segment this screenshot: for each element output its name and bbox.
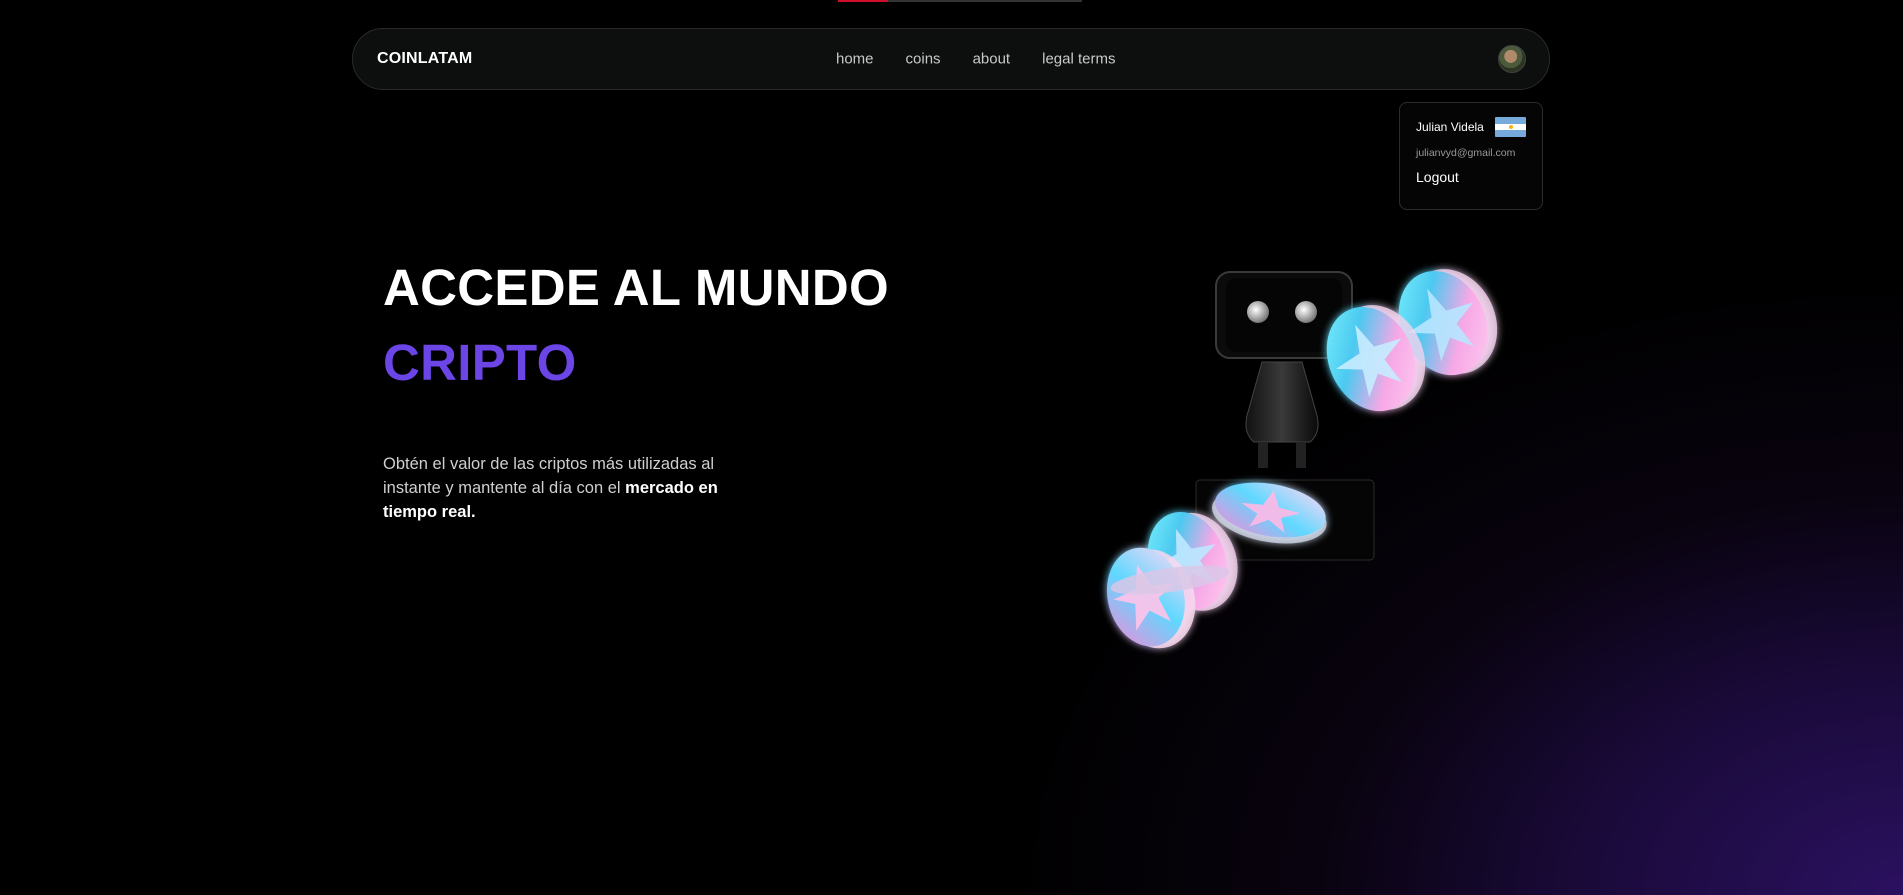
nav-links: home coins about legal terms [836, 51, 1115, 68]
hero-description: Obtén el valor de las criptos más utiliz… [383, 452, 743, 524]
argentina-flag-icon [1495, 117, 1526, 137]
user-avatar-icon[interactable] [1498, 45, 1526, 73]
hero-title: ACCEDE AL MUNDO [383, 259, 890, 316]
nav-link-home[interactable]: home [836, 51, 874, 68]
top-progress-fill [838, 0, 888, 2]
robot-body [1245, 361, 1319, 468]
hero-accent-title: CRIPTO [383, 334, 577, 391]
user-email: julianvyd@gmail.com [1416, 147, 1516, 159]
user-dropdown-menu: Julian Videla julianvyd@gmail.com Logout [1399, 102, 1543, 210]
nav-link-about[interactable]: about [973, 51, 1011, 68]
robot-coins-illustration-icon [1106, 269, 1498, 649]
nav-link-legal-terms[interactable]: legal terms [1042, 51, 1115, 68]
user-name: Julian Videla [1416, 120, 1484, 134]
nav-link-coins[interactable]: coins [906, 51, 941, 68]
logout-button[interactable]: Logout [1416, 169, 1526, 185]
brand-logo[interactable]: COINLATAM [377, 50, 472, 68]
user-row: Julian Videla [1416, 117, 1526, 137]
navbar: COINLATAM home coins about legal terms [352, 28, 1550, 90]
top-progress-strip [838, 0, 1082, 2]
